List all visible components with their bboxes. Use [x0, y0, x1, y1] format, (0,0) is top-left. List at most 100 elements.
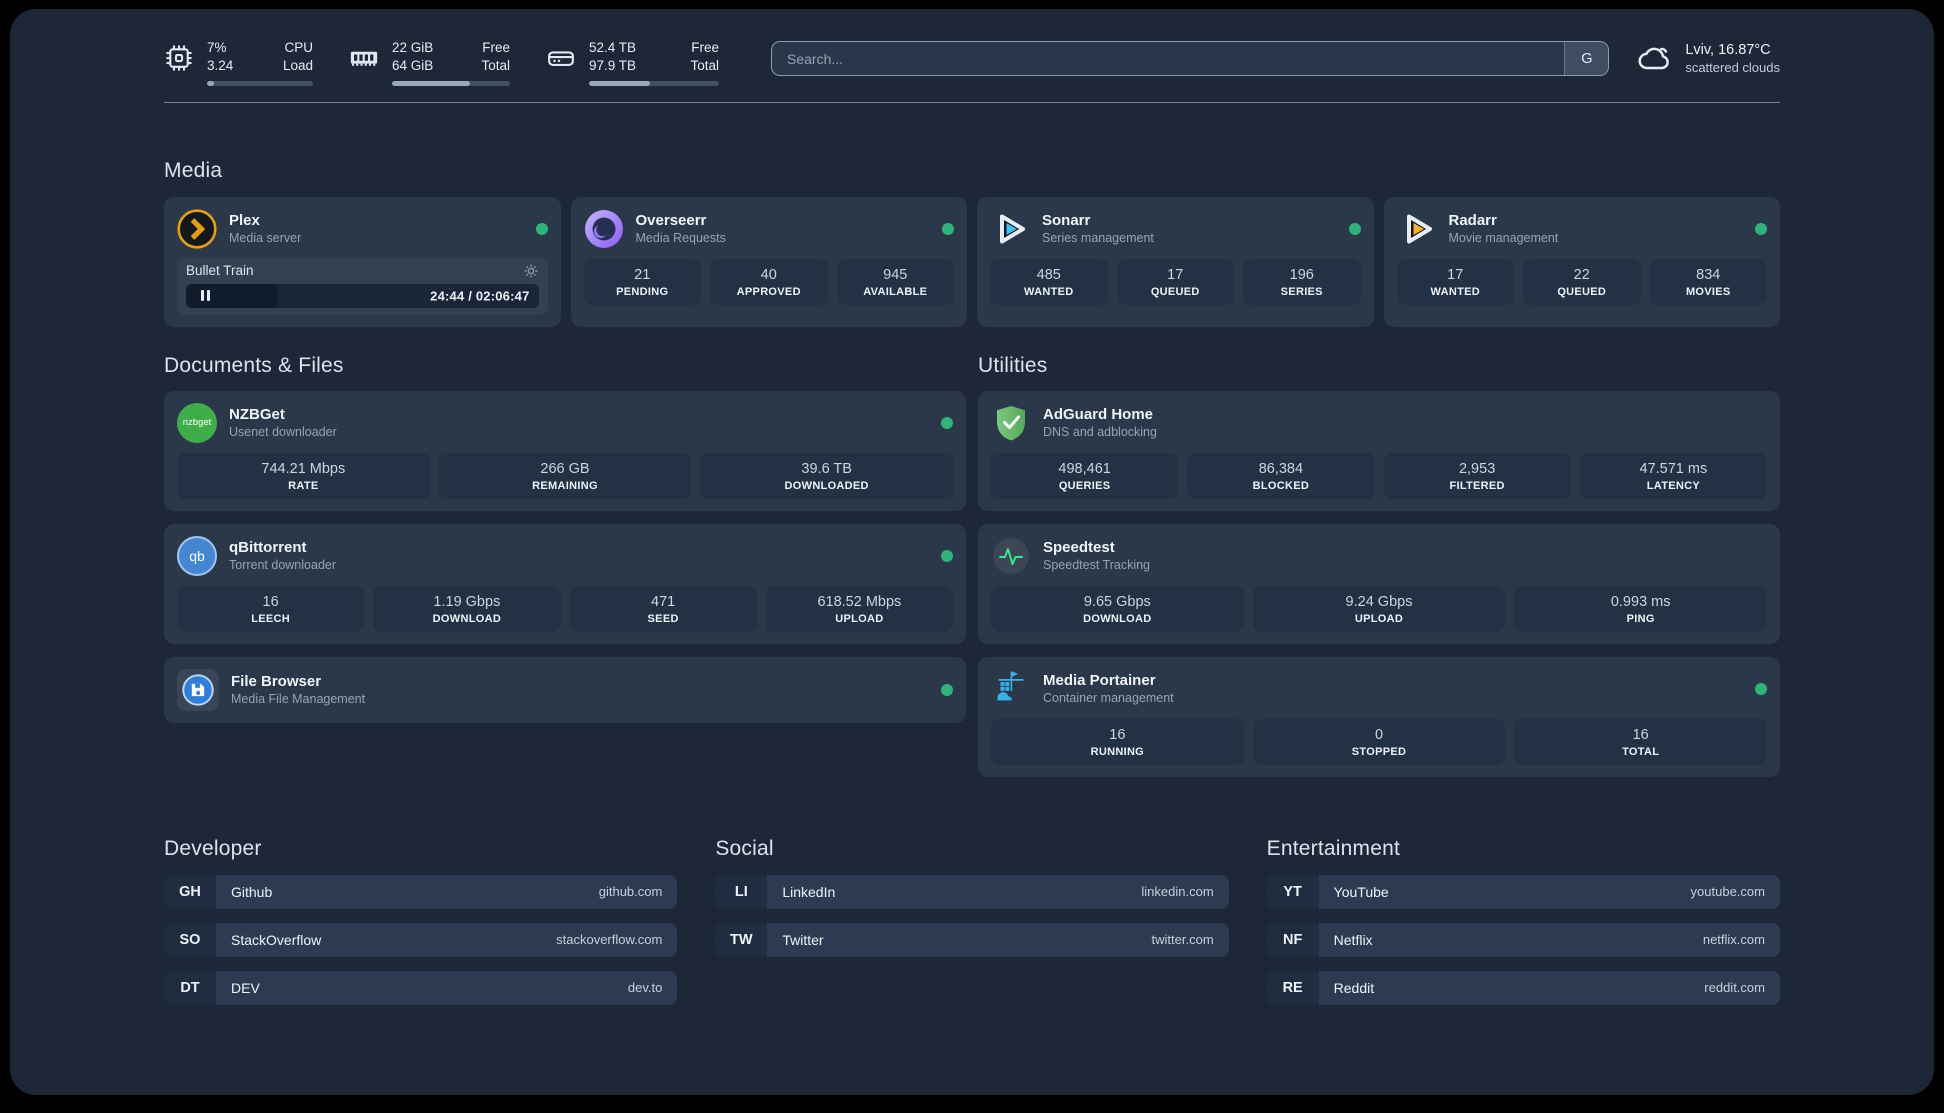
stat-upload: 618.52 Mbps UPLOAD [765, 585, 953, 632]
service-description: Media Requests [635, 231, 726, 246]
stat-running: 16 RUNNING [991, 718, 1244, 765]
search-engine-button[interactable]: G [1564, 42, 1609, 75]
service-name: Sonarr [1042, 212, 1091, 230]
cpu-load-value: 3.24 [207, 57, 234, 73]
cpu-usage-value: 7% [207, 40, 227, 55]
bookmark-abbr: LI [715, 874, 768, 909]
cpu-load-label: Load [282, 57, 313, 73]
nzbget-icon: nzbget [177, 402, 217, 443]
memory-widget: 22 GiB Free 64 GiB Total [349, 39, 510, 86]
media-cards-row: Plex Media server Bullet Train 24:44 / 0… [164, 196, 1780, 327]
cpu-progress-bar [207, 80, 313, 86]
sonarr-icon [990, 209, 1030, 249]
bookmark-reddit[interactable]: RE Reddit reddit.com [1266, 970, 1780, 1005]
disk-total-value: 97.9 TB [589, 57, 637, 73]
stat-pending: 21 PENDING [583, 258, 701, 305]
bookmark-twitter[interactable]: TW Twitter twitter.com [715, 922, 1229, 957]
service-description: Series management [1042, 231, 1154, 246]
memory-total-value: 64 GiB [392, 57, 434, 73]
bookmark-abbr: SO [164, 922, 216, 957]
nzbget-card[interactable]: nzbget NZBGet Usenet downloader 744.21 M… [164, 390, 966, 511]
service-description: DNS and adblocking [1043, 425, 1157, 440]
disk-widget: 52.4 TB Free 97.9 TB Total [546, 39, 719, 86]
bookmark-linkedin[interactable]: LI LinkedIn linkedin.com [715, 874, 1229, 909]
weather-widget: Lviv, 16.87°C scattered clouds [1637, 41, 1780, 76]
stat-queued: 17 QUEUED [1116, 258, 1234, 305]
status-dot [941, 683, 953, 696]
section-title-documents: Documents & Files [164, 353, 344, 377]
stat-wanted: 17 WANTED [1396, 258, 1514, 305]
status-dot [942, 222, 954, 235]
service-name: qBittorrent [229, 539, 307, 557]
search-bar: G [771, 41, 1610, 76]
portainer-card[interactable]: Media Portainer Container management 16 R… [978, 656, 1780, 777]
overseerr-icon [584, 209, 624, 249]
stat-download: 1.19 Gbps DOWNLOAD [373, 585, 561, 632]
service-description: Torrent downloader [229, 558, 337, 573]
stat-seed: 471 SEED [569, 585, 757, 632]
plex-card[interactable]: Plex Media server Bullet Train 24:44 / 0… [164, 196, 561, 327]
bookmark-abbr: NF [1266, 922, 1319, 957]
bookmark-stackoverflow[interactable]: SO StackOverflow stackoverflow.com [164, 922, 678, 957]
service-name: Speedtest [1043, 539, 1115, 557]
playback-time: 24:44 / 02:06:47 [430, 288, 530, 304]
service-name: Radarr [1448, 212, 1497, 230]
pause-icon [200, 290, 204, 302]
status-dot [1755, 682, 1767, 695]
bookmark-netflix[interactable]: NF Netflix netflix.com [1266, 922, 1780, 957]
sonarr-card[interactable]: Sonarr Series management 485 WANTED 17 QUE… [977, 196, 1374, 327]
adguard-card[interactable]: AdGuard Home DNS and adblocking 498,461 Q… [978, 390, 1780, 511]
stat-download: 9.65 Gbps DOWNLOAD [991, 585, 1244, 632]
status-dot [941, 549, 953, 562]
status-dot [941, 416, 953, 429]
filebrowser-card[interactable]: File Browser Media File Management [164, 656, 966, 723]
bookmark-github[interactable]: GH Github github.com [164, 874, 678, 909]
pause-button[interactable] [192, 284, 218, 308]
stat-series: 196 SERIES [1243, 258, 1361, 305]
stat-approved: 40 APPROVED [710, 258, 828, 305]
memory-total-label: Total [481, 57, 510, 73]
section-title-utilities: Utilities [978, 353, 1048, 377]
status-dot [1755, 222, 1767, 235]
disk-progress-bar [589, 80, 719, 86]
qbittorrent-icon: qb [177, 535, 217, 576]
radarr-card[interactable]: Radarr Movie management 17 WANTED 22 QUEUE… [1383, 196, 1780, 327]
now-playing-title: Bullet Train [186, 263, 254, 279]
portainer-icon [991, 669, 1031, 709]
memory-free-label: Free [482, 40, 510, 55]
playback-progress-bar[interactable]: 24:44 / 02:06:47 [186, 283, 539, 308]
cpu-icon [166, 45, 192, 71]
search-input[interactable] [772, 42, 1565, 75]
cpu-usage-label: CPU [284, 40, 313, 55]
service-name: Overseerr [635, 212, 707, 230]
service-description: Media File Management [231, 692, 366, 707]
bookmark-abbr: YT [1266, 874, 1319, 909]
overseerr-card[interactable]: Overseerr Media Requests 21 PENDING 40 APP… [570, 196, 967, 327]
service-name: AdGuard Home [1043, 406, 1154, 424]
status-dot [1348, 222, 1361, 235]
stat-available: 945 AVAILABLE [836, 258, 954, 305]
stat-leech: 16 LEECH [177, 585, 365, 632]
stat-blocked: 86,384 BLOCKED [1187, 452, 1375, 499]
utilities-column: AdGuard Home DNS and adblocking 498,461 Q… [978, 390, 1780, 777]
bookmark-dev[interactable]: DT DEV dev.to [164, 970, 678, 1005]
qbittorrent-card[interactable]: qb qBittorrent Torrent downloader 16 LEEC… [164, 523, 966, 644]
dashboard-panel: 7% CPU 3.24 Load 22 GiB Free 64 GiB Total [10, 9, 1934, 1095]
cpu-widget: 7% CPU 3.24 Load [164, 39, 313, 86]
bookmarks-section: Developer GH Github github.com SO StackOv… [164, 837, 1780, 1047]
gear-icon[interactable] [523, 263, 539, 279]
service-description: Movie management [1448, 231, 1559, 246]
bookmark-youtube[interactable]: YT YouTube youtube.com [1266, 874, 1780, 909]
bookmark-abbr: TW [715, 922, 768, 957]
service-name: Plex [229, 212, 260, 230]
bookmark-group-social: Social LI LinkedIn linkedin.com TW Twitte… [715, 837, 1229, 1005]
service-description: Speedtest Tracking [1043, 558, 1151, 573]
disk-icon [548, 51, 574, 66]
stat-ping: 0.993 ms PING [1514, 585, 1768, 632]
stat-total: 16 TOTAL [1514, 718, 1768, 765]
group-title: Entertainment [1266, 836, 1400, 860]
top-bar: 7% CPU 3.24 Load 22 GiB Free 64 GiB Total [164, 39, 1780, 86]
cloud-icon [1638, 47, 1670, 70]
speedtest-card[interactable]: Speedtest Speedtest Tracking 9.65 Gbps DO… [978, 523, 1780, 644]
radarr-icon [1397, 209, 1437, 249]
